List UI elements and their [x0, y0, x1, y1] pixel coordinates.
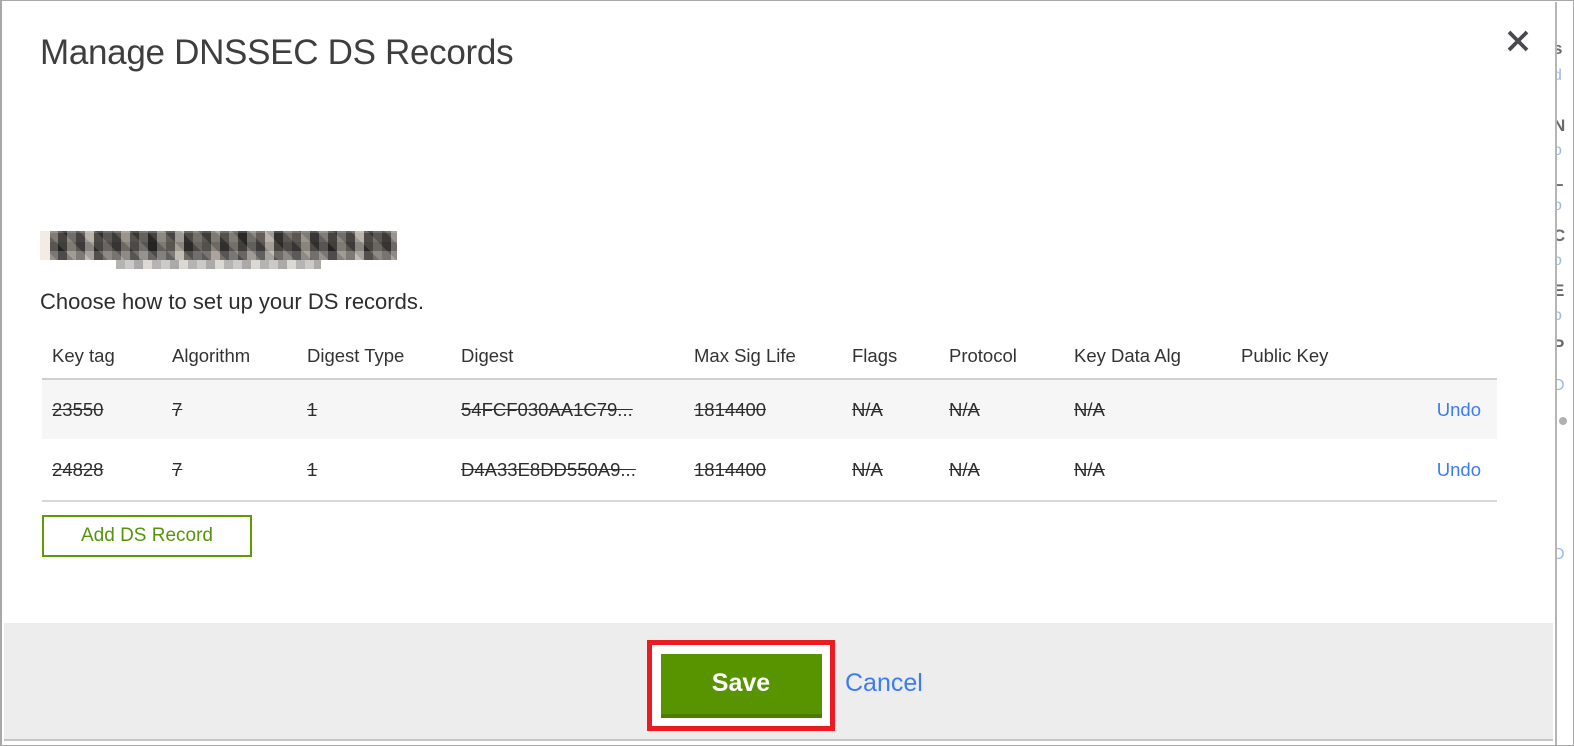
col-header-algorithm: Algorithm	[162, 333, 297, 380]
col-header-digest-type: Digest Type	[297, 333, 451, 380]
cell-digest: 54FCF030AA1C79...	[461, 398, 633, 420]
table-row: 23550 7 1 54FCF030AA1C79... 1814400 N/A …	[42, 379, 1497, 439]
col-header-public-key: Public Key	[1231, 333, 1414, 380]
background-text-fragment: D	[1557, 378, 1565, 394]
annotation-highlight-box: Save	[647, 640, 835, 731]
cell-key-tag: 23550	[52, 398, 104, 420]
table-row: 24828 7 1 D4A33E8DD550A9... 1814400 N/A …	[42, 439, 1497, 501]
cell-digest: D4A33E8DD550A9...	[461, 458, 636, 480]
background-text-fragment: E	[1557, 282, 1564, 299]
table-header-row: Key tag Algorithm Digest Type Digest Max…	[42, 333, 1497, 380]
modal-footer: Save Cancel	[4, 623, 1553, 741]
dnssec-modal: Manage DNSSEC DS Records Choose how to s…	[4, 2, 1553, 745]
redacted-domain-name-fragment	[116, 260, 321, 269]
cell-max-sig-life: 1814400	[694, 398, 767, 420]
background-page-strip: sdNoLoCoEoPDD	[1555, 2, 1573, 745]
cell-actions: Undo	[1414, 439, 1497, 501]
cancel-link[interactable]: Cancel	[845, 669, 923, 698]
undo-link[interactable]: Undo	[1437, 459, 1481, 480]
background-text-fragment: o	[1557, 143, 1562, 159]
background-text-fragment: L	[1557, 172, 1563, 189]
background-dot	[1559, 417, 1567, 425]
col-header-key-tag: Key tag	[42, 333, 162, 380]
background-text-fragment: o	[1557, 198, 1562, 214]
redacted-domain-name	[40, 231, 397, 260]
cell-key-data-alg: N/A	[1074, 458, 1105, 480]
cell-protocol: N/A	[949, 398, 980, 420]
cell-key-data-alg: N/A	[1074, 398, 1105, 420]
undo-link[interactable]: Undo	[1437, 399, 1481, 420]
cell-actions: Undo	[1414, 379, 1497, 439]
col-header-max-sig-life: Max Sig Life	[684, 333, 842, 380]
background-text-fragment: C	[1557, 227, 1565, 244]
col-header-protocol: Protocol	[939, 333, 1064, 380]
background-text-fragment: P	[1557, 337, 1564, 354]
col-header-digest: Digest	[451, 333, 684, 380]
cell-algorithm: 7	[172, 458, 183, 480]
cell-public-key	[1231, 379, 1414, 439]
col-header-key-data-alg: Key Data Alg	[1064, 333, 1231, 380]
setup-instructions: Choose how to set up your DS records.	[40, 289, 424, 314]
add-ds-record-button[interactable]: Add DS Record	[42, 515, 252, 557]
cell-public-key	[1231, 439, 1414, 501]
cell-flags: N/A	[852, 458, 883, 480]
modal-title: Manage DNSSEC DS Records	[40, 33, 514, 72]
cell-key-tag: 24828	[52, 458, 104, 480]
cell-digest-type: 1	[307, 398, 318, 420]
background-text-fragment: s	[1557, 40, 1562, 57]
cell-algorithm: 7	[172, 398, 183, 420]
cell-max-sig-life: 1814400	[694, 458, 767, 480]
background-text-fragment: D	[1557, 547, 1565, 563]
screen: Manage DNSSEC DS Records Choose how to s…	[0, 0, 1574, 746]
background-text-fragment: N	[1557, 117, 1565, 134]
background-text-fragment: d	[1557, 68, 1562, 84]
ds-records-table: Key tag Algorithm Digest Type Digest Max…	[42, 333, 1497, 502]
col-header-flags: Flags	[842, 333, 939, 380]
cell-digest-type: 1	[307, 458, 318, 480]
col-header-actions	[1414, 333, 1497, 380]
cell-protocol: N/A	[949, 458, 980, 480]
close-icon	[1504, 30, 1532, 58]
save-button[interactable]: Save	[660, 653, 822, 718]
background-text-fragment: o	[1557, 253, 1562, 269]
cell-flags: N/A	[852, 398, 883, 420]
close-button[interactable]	[1502, 26, 1534, 58]
background-text-fragment: o	[1557, 308, 1562, 324]
